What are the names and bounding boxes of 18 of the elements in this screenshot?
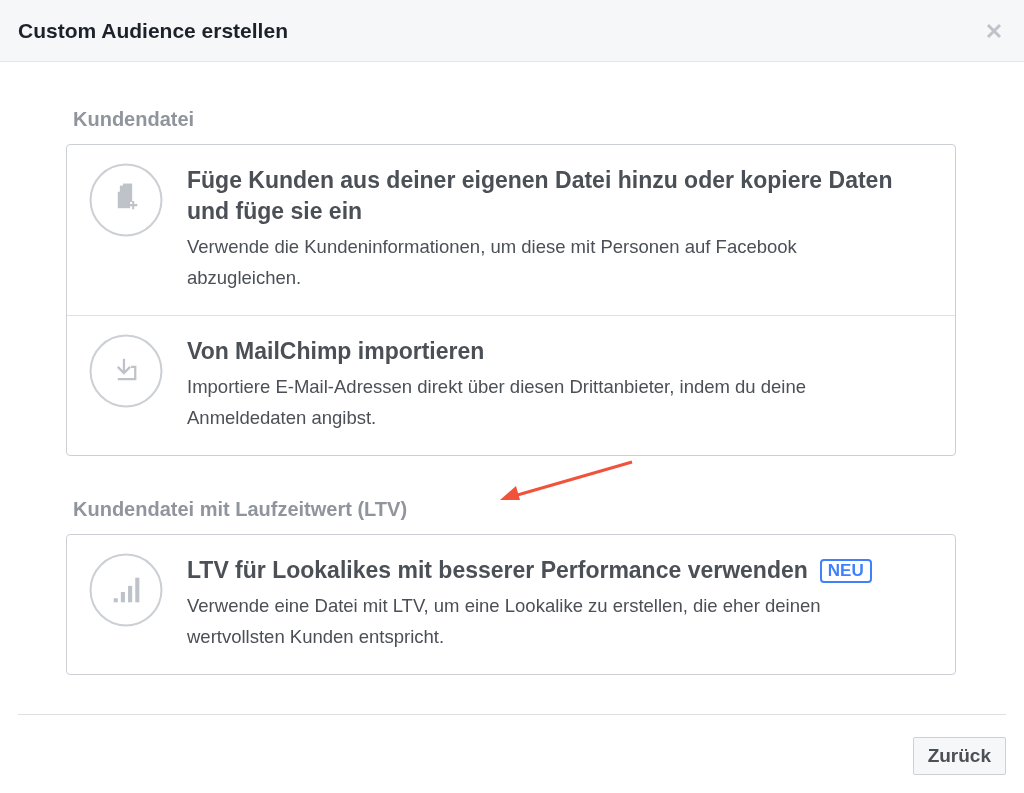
- section-heading: Kundendatei mit Laufzeitwert (LTV): [72, 497, 409, 522]
- close-icon[interactable]: [986, 22, 1002, 39]
- option-item[interactable]: Füge Kunden aus deiner eigenen Datei hinzu oder kopiere Daten und füge sie ein Verwende die Kundeninformationen, um diese mit Personen auf Facebook abzugleichen.: [67, 145, 955, 315]
- option-item[interactable]: Von MailChimp importieren Importiere E-Mail-Adressen direkt über diesen Drittanbieter, indem du deine Anmeldedaten angibst.: [67, 315, 955, 455]
- back-button[interactable]: Zurück: [912, 737, 1006, 775]
- option-description: Verwende die Kundeninformationen, um diese mit Personen auf Facebook abzugleichen.: [187, 235, 798, 290]
- new-badge: NEU: [819, 558, 872, 583]
- option-title: Füge Kunden aus deiner eigenen Datei hinzu oder kopiere Daten und füge sie ein: [187, 166, 894, 226]
- option-title: Von MailChimp importieren: [187, 337, 485, 366]
- option-item[interactable]: LTV für Lookalikes mit besserer Performance verwenden NEU Verwende eine Datei mit LTV, um eine Lookalike zu erstellen, die eher deinen wertvollsten Kunden entspricht.: [67, 535, 955, 674]
- bar-chart-icon: [89, 553, 163, 627]
- download-tray-icon: [89, 334, 163, 408]
- section-heading: Kundendatei: [72, 107, 196, 132]
- option-description: Verwende eine Datei mit LTV, um eine Lookalike zu erstellen, die eher deinen wertvollsten Kunden entspricht.: [187, 594, 822, 649]
- file-plus-icon: [89, 163, 163, 237]
- option-title: LTV für Lookalikes mit besserer Performance verwenden: [187, 556, 808, 585]
- option-description: Importiere E-Mail-Adressen direkt über diesen Drittanbieter, indem du deine Anmeldedaten angibst.: [187, 375, 808, 430]
- dialog-title: Custom Audience erstellen: [18, 17, 288, 44]
